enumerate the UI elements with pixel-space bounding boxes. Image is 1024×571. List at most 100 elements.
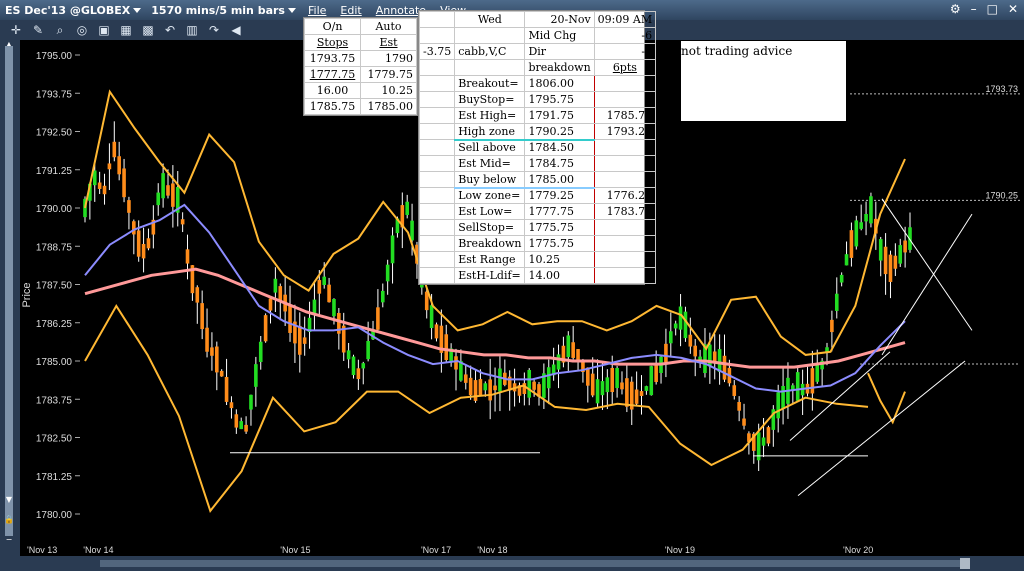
y-tick-label: 1787.50 [36,281,73,292]
candle-body [244,424,248,432]
chevron-down-icon[interactable] [287,8,296,13]
candle-body [761,437,766,446]
candle-body [766,427,771,444]
levels-table-cell [454,59,526,76]
zoom-icon[interactable]: ⌕ [52,23,68,37]
y-tick-label: 1791.25 [36,166,73,177]
candle-body [385,264,390,282]
candle-body [668,331,673,344]
y-tick-label: 1782.50 [36,434,73,445]
horizontal-scroll-thumb[interactable] [960,558,970,569]
layout-icon[interactable]: ▦ [118,23,134,37]
y-tick-label: 1790.00 [36,204,73,215]
candle-body [229,402,234,409]
candle-body [224,376,229,402]
candle-body [268,298,273,311]
scroll-down-icon[interactable]: ▼ [4,495,14,504]
candle-body [546,367,551,389]
levels-table-cell [593,219,657,236]
undo-icon[interactable]: ↶ [162,23,178,37]
symbol-selector[interactable]: ES Dec'13 @GLOBEX [0,4,146,17]
levels-table-row: Sell above 1784.50 [418,138,657,156]
levels-table-cell: 1790.25 [524,123,595,140]
y-tick-label: 1793.75 [36,89,73,100]
chart-type-icon[interactable]: ▣ [96,23,112,37]
trading-chart-window: ES Dec'13 @GLOBEX 1570 mins/5 min bars F… [0,0,1024,571]
menu-file[interactable]: File [301,4,333,17]
y-tick-label: 1786.25 [36,319,73,330]
candle-body [849,230,854,258]
candle-body [654,363,658,382]
zoom-out-icon[interactable]: − [4,535,14,544]
candle-body [693,345,698,357]
close-icon[interactable]: ✕ [1008,2,1018,16]
candle-body [673,323,678,329]
candle-body [361,363,366,369]
horizontal-scroll-track[interactable] [100,560,970,567]
x-tick-label: 'Nov 19 [665,545,695,555]
candle-body [454,356,458,370]
levels-table-cell: Est Mid= [454,155,526,172]
candle-body [376,307,380,330]
horizontal-scrollbar[interactable] [0,556,1024,571]
x-tick-label: 'Nov 20 [843,545,873,555]
candle-body [127,200,131,213]
levels-table-cell [593,251,657,268]
levels-table-cell: Mid Chg [524,27,595,44]
levels-table-cell: 1777.75 [524,203,595,220]
menu-edit[interactable]: Edit [333,4,368,17]
levels-table-cell: 1785.00 [524,171,595,188]
x-tick-label: 'Nov 17 [421,545,451,555]
candle-body [380,290,385,303]
candle-body [297,325,302,355]
grid-icon[interactable]: ▩ [140,23,156,37]
levels-table-cell: 1785.75 [593,107,657,124]
minimize-icon[interactable]: – [971,2,977,16]
lock-icon[interactable]: 🔒 [4,515,14,524]
candle-body [405,201,409,215]
draw-tool-icon[interactable]: ✎ [30,23,46,37]
candle-body [254,364,258,387]
candle-body [410,220,414,241]
levels-table-cell [593,75,657,92]
candle-body [468,377,473,396]
levels-table-cell: Breakdown [454,235,526,252]
maximize-icon[interactable]: □ [987,2,998,16]
candle-body [112,141,117,158]
candle-body [219,370,224,377]
levels-table-cell: 1784.50 [524,138,595,156]
x-tick-label: 'Nov 13 [27,545,57,555]
scroll-track[interactable] [5,46,13,536]
levels-table-cell [593,235,657,252]
levels-table-cell: -3.75 [418,43,456,60]
window-controls: ⚙ – □ ✕ [950,2,1018,16]
candle-body [205,327,209,352]
levels-table-cell: 1784.75 [524,155,595,172]
levels-table-cell: 09:09 AM [593,11,657,28]
crosshair-icon[interactable]: ✛ [8,23,24,37]
chevron-down-icon[interactable] [133,8,142,13]
redo-icon[interactable]: ↷ [206,23,222,37]
settings-icon[interactable]: ⚙ [950,2,961,16]
candle-body [600,381,605,396]
candle-body [136,230,141,257]
levels-table-cell [418,11,456,28]
orb-table-cell: Est [360,34,417,51]
levels-table-cell: breakdown [524,59,595,76]
candle-body [327,284,331,303]
y-tick-label: 1780.00 [36,510,73,521]
candle-body [180,219,185,225]
x-tick-label: 'Nov 18 [477,545,507,555]
timeframe-selector[interactable]: 1570 mins/5 min bars [146,4,301,17]
vertical-scrollbar[interactable]: ▲ ▼ 🔒 − [0,40,20,556]
candle-body [678,306,683,330]
scroll-left-icon[interactable]: ◀ [228,23,244,37]
orb-table-row: 16.00 10.25 [304,82,417,99]
price-flag-label: 1793.73 [985,84,1018,94]
bar-chart-icon[interactable]: ▥ [184,23,200,37]
orb-table-cell: 1785.75 [304,98,361,115]
globe-icon[interactable]: ◎ [74,23,90,37]
candle-body [532,381,536,390]
levels-table-cell: BuyStop= [454,91,526,108]
candle-body [683,311,688,339]
